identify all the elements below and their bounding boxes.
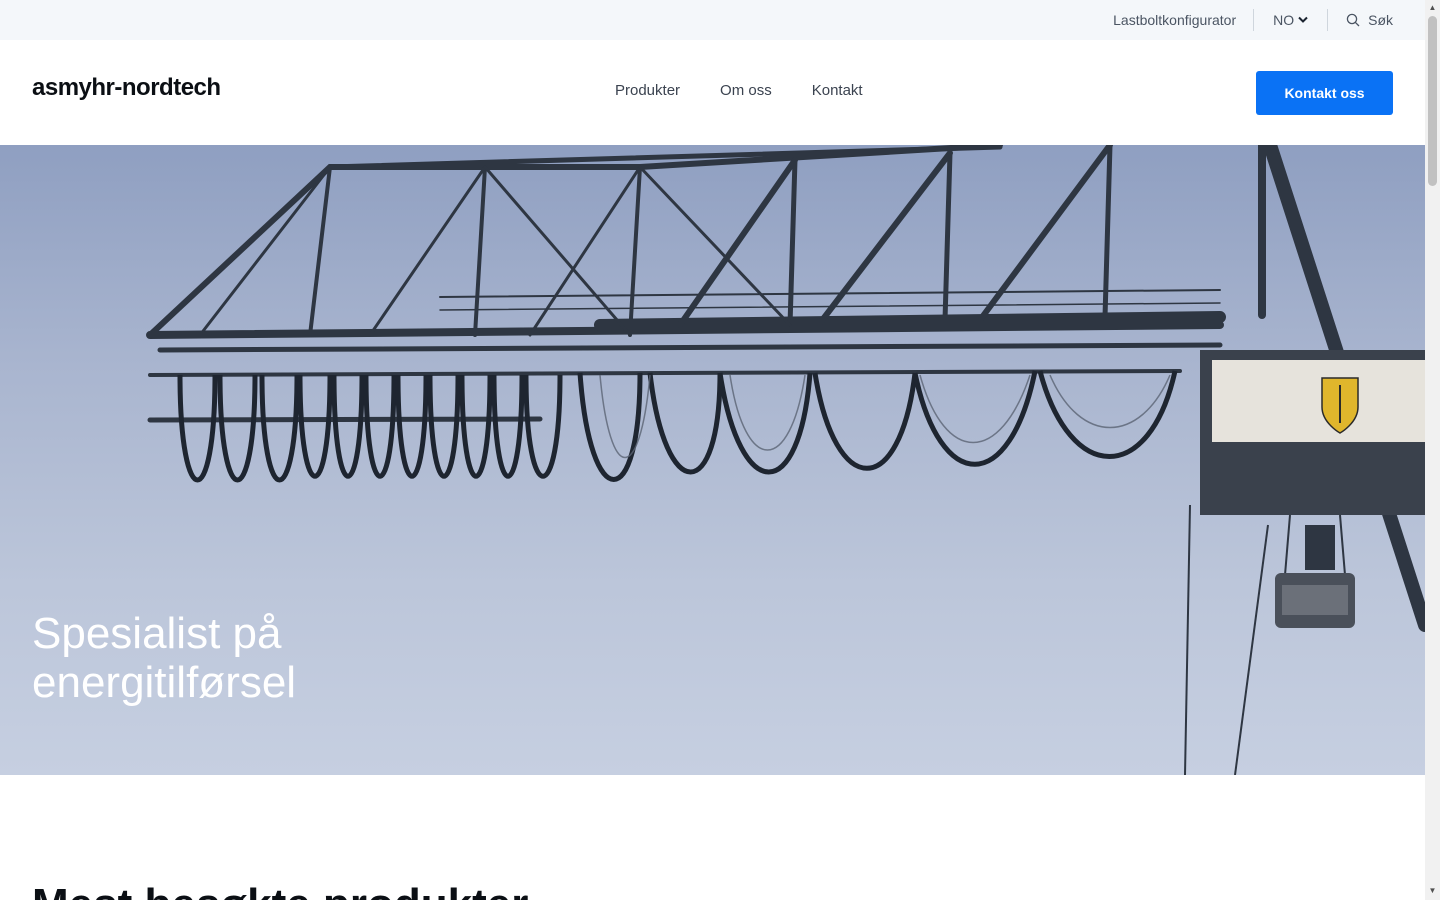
page: Lastboltkonfigurator NO Søk asmyhr-nordt… (0, 0, 1425, 900)
scrollbar[interactable]: ▲ ▼ (1425, 0, 1440, 900)
nav-item-om-oss[interactable]: Om oss (700, 82, 792, 99)
nav-item-kontakt[interactable]: Kontakt (792, 82, 883, 99)
hero-banner: Spesialist på energitilførsel (0, 145, 1425, 775)
hero-title: Spesialist på energitilførsel (32, 609, 296, 707)
contact-us-button[interactable]: Kontakt oss (1256, 71, 1393, 115)
configurator-link[interactable]: Lastboltkonfigurator (1096, 12, 1253, 28)
logo[interactable]: asmyhr-nordtech (32, 74, 221, 102)
hero-title-line-1: Spesialist på (32, 609, 282, 658)
search-label: Søk (1368, 12, 1393, 28)
scroll-thumb[interactable] (1428, 16, 1437, 186)
language-selector[interactable]: NO (1254, 12, 1327, 28)
main-nav: Produkter Om oss Kontakt (595, 82, 883, 99)
scroll-up-icon[interactable]: ▲ (1428, 3, 1437, 12)
section-heading: Mest besøkte produkter (32, 880, 528, 900)
site-header: asmyhr-nordtech Produkter Om oss Kontakt… (0, 40, 1425, 145)
scroll-down-icon[interactable]: ▼ (1428, 886, 1437, 895)
nav-item-produkter[interactable]: Produkter (595, 82, 700, 99)
search-icon (1346, 13, 1360, 27)
utility-bar: Lastboltkonfigurator NO Søk (0, 0, 1425, 40)
chevron-down-icon (1298, 16, 1308, 23)
search-button[interactable]: Søk (1328, 12, 1393, 28)
hero-title-line-2: energitilførsel (32, 658, 297, 707)
language-label: NO (1273, 12, 1295, 28)
